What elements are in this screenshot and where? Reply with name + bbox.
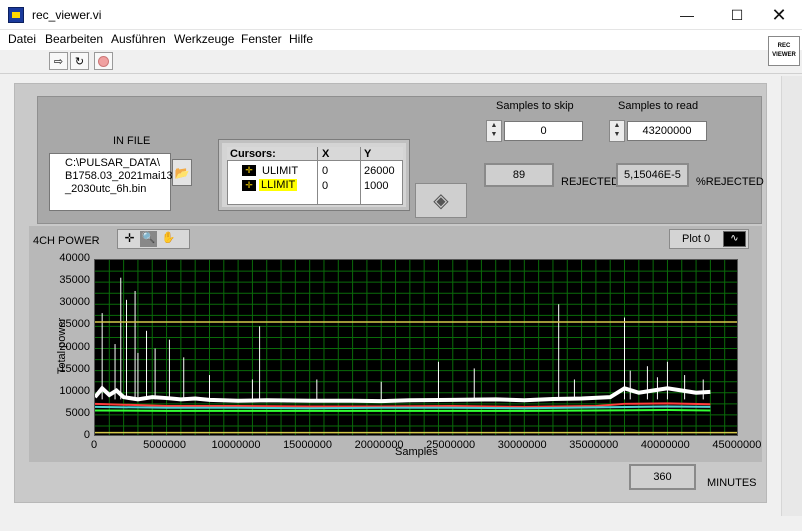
menu-fenster[interactable]: Fenster <box>241 32 282 46</box>
samples-to-skip-input[interactable]: 0 <box>504 121 583 141</box>
window-title: rec_viewer.vi <box>32 8 102 22</box>
infile-path-field[interactable]: C:\PULSAR_DATA\ B1758.03_2021mai13 _2030… <box>49 153 173 211</box>
y-axis-label: Total power <box>56 317 68 375</box>
cursor-crosshair-icon[interactable]: ✛ <box>242 165 256 176</box>
pct-rejected-label: %REJECTED <box>696 176 764 188</box>
vertical-scrollbar[interactable] <box>781 76 802 516</box>
y-tick-label: 0 <box>83 429 90 441</box>
minimize-button[interactable]: — <box>664 0 710 30</box>
run-arrow-icon[interactable]: ⇨ <box>49 52 68 70</box>
close-button[interactable]: ✕ <box>756 0 802 30</box>
plot-style-icon[interactable]: ∿ <box>723 231 746 247</box>
plot-area[interactable] <box>94 259 738 436</box>
pan-hand-icon[interactable]: ✋ <box>160 231 177 247</box>
cursor-move-icon[interactable]: ◈ <box>415 183 467 218</box>
maximize-button[interactable]: ☐ <box>714 0 760 30</box>
x-tick-label: 40000000 <box>640 439 690 451</box>
y-header: Y <box>364 148 372 160</box>
pct-rejected-indicator: 5,15046E-5 <box>616 163 689 187</box>
chart-svg <box>95 260 737 435</box>
cursor-llimit-x: 0 <box>322 180 329 192</box>
x-tick-label: 0 <box>91 439 98 451</box>
cursor-tool-icon[interactable]: ✛ <box>121 231 138 247</box>
x-tick-label: 10000000 <box>211 439 261 451</box>
menu-hilfe[interactable]: Hilfe <box>289 32 313 46</box>
zoom-icon[interactable]: 🔍 <box>140 231 157 247</box>
browse-folder-icon[interactable]: 📂 <box>172 159 192 186</box>
rejected-label: REJECTED <box>561 176 620 188</box>
run-continuously-icon[interactable]: ↻ <box>70 52 89 70</box>
samples-to-read-input[interactable]: 43200000 <box>627 121 707 141</box>
rejected-indicator: 89 <box>484 163 554 187</box>
menu-bearbeiten[interactable]: Bearbeiten <box>45 32 103 46</box>
y-tick-label: 10000 <box>59 384 90 397</box>
cursors-header: Cursors: <box>230 148 276 160</box>
series-line <box>95 385 711 404</box>
menu-ausfuehren[interactable]: Ausführen <box>111 32 166 46</box>
menu-werkzeuge[interactable]: Werkzeuge <box>174 32 234 46</box>
toolbar <box>0 50 802 74</box>
samples-to-skip-label: Samples to skip <box>496 100 574 112</box>
cursor-llimit-name[interactable]: LLIMIT <box>259 179 298 191</box>
menu-datei[interactable]: Datei <box>8 32 36 46</box>
samples-to-read-label: Samples to read <box>618 100 699 112</box>
plot-legend-label: Plot 0 <box>682 233 711 245</box>
cursor-ulimit-x: 0 <box>322 165 329 177</box>
rec-viewer-logo: REC VIEWER <box>768 36 800 66</box>
app-icon <box>8 7 24 23</box>
x-tick-label: 5000000 <box>143 439 186 451</box>
x-header: X <box>322 148 330 160</box>
cursor-ulimit-name[interactable]: ULIMIT <box>262 165 298 177</box>
cursor-ulimit-y: 26000 <box>364 165 395 177</box>
abort-icon[interactable] <box>94 52 113 70</box>
infile-label: IN FILE <box>113 135 151 147</box>
series-line <box>95 409 711 412</box>
x-tick-label: 15000000 <box>283 439 333 451</box>
minutes-indicator: 360 <box>629 464 696 490</box>
x-axis-label: Samples <box>395 446 438 458</box>
x-tick-label: 30000000 <box>497 439 547 451</box>
cursor-crosshair-icon[interactable]: ✛ <box>242 180 256 191</box>
minutes-label: MINUTES <box>707 477 757 489</box>
x-tick-label: 45000000 <box>712 439 762 451</box>
cursor-llimit-y: 1000 <box>364 180 389 192</box>
x-tick-label: 35000000 <box>569 439 619 451</box>
graph-title: 4CH POWER <box>33 235 100 247</box>
skip-spinner-icon[interactable]: ▲ ▼ <box>486 120 502 142</box>
y-tick-label: 5000 <box>65 406 90 419</box>
y-tick-label: 35000 <box>59 274 90 287</box>
read-spinner-icon[interactable]: ▲ ▼ <box>609 120 625 142</box>
y-tick-label: 40000 <box>59 252 90 264</box>
